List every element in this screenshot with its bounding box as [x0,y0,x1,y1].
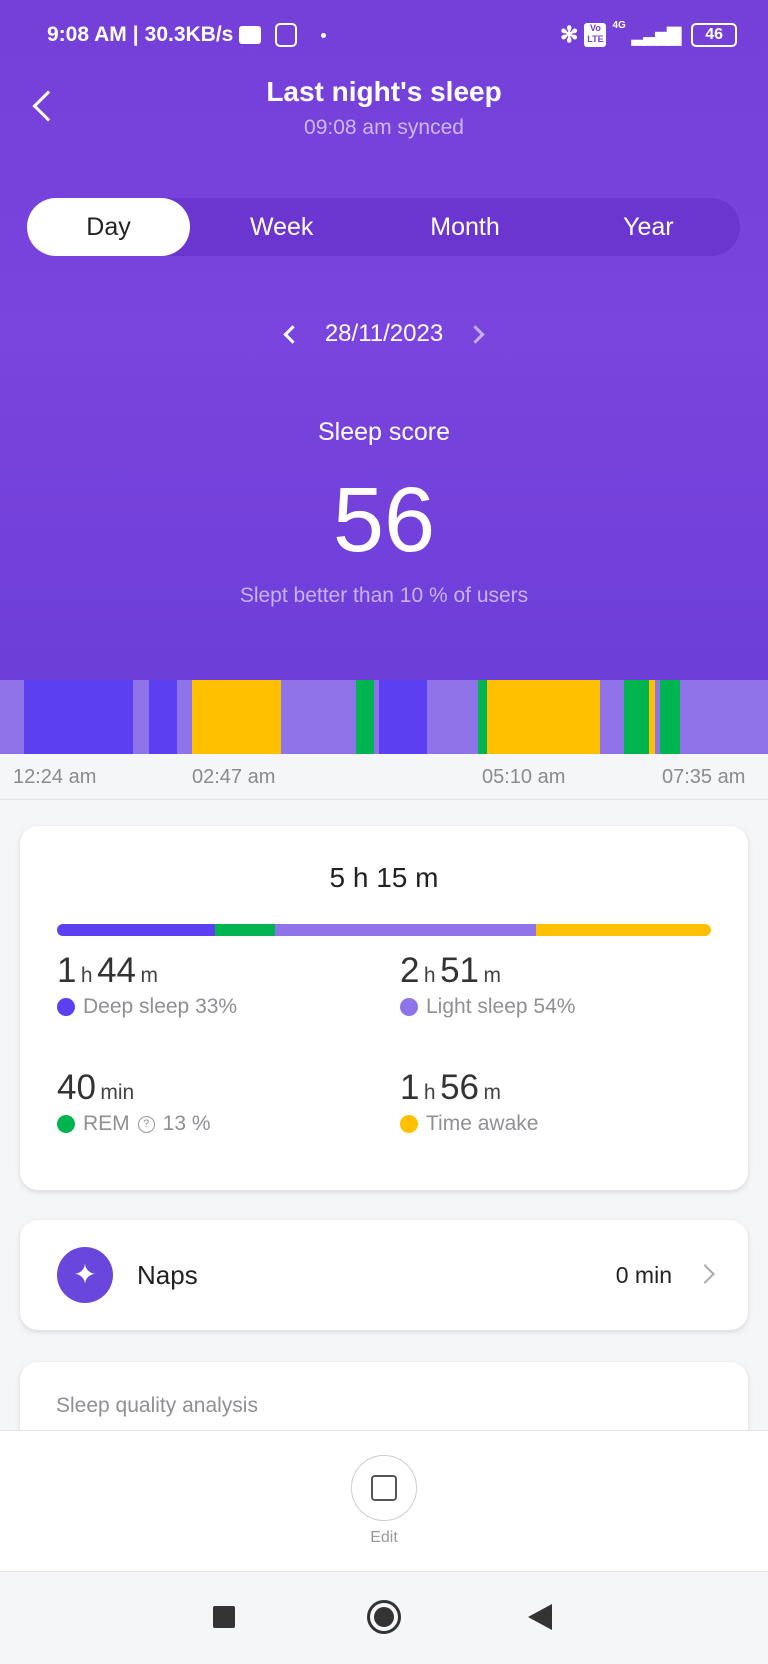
signal-icon: ▂▃▅▇ [631,24,681,45]
legend-dot-icon [400,1115,418,1133]
timeline-segment-light [132,680,150,754]
bar-segment-deep [57,924,216,936]
back-nav-button[interactable] [528,1604,552,1630]
stat-rem: 40 min REM? 13 % [57,1068,211,1136]
timeline-axis: 12:24 am 02:47 am 05:10 am 07:35 am [0,754,768,800]
sync-status: 09:08 am synced [304,116,464,139]
stat-value: 1 h 44 m [57,951,158,990]
edit-label: Edit [370,1529,398,1546]
timeline-segment-light [176,680,193,754]
stat-value: 40 min [57,1068,135,1107]
naps-label: Naps [137,1260,198,1290]
timeline-segment-light [599,680,625,754]
sleep-score-value: 56 [332,469,436,571]
stat-value: 2 h 51 m [400,951,501,990]
stage-proportion-bar [57,924,711,936]
timeline-segment-light [281,680,357,754]
sparkle-icon: ✦ [57,1247,113,1303]
status-bar-right: ✻ Vo LTE 4G ▂▃▅▇ 46 [560,20,738,50]
timeline-segment-light [0,680,25,754]
battery-icon: 46 [691,23,738,47]
stat-label: Time awake [400,1112,538,1136]
message-icon [239,26,262,44]
stat-label: Light sleep 54% [400,995,575,1019]
date-label: 28/11/2023 [324,320,444,347]
timeline-segment-light [427,680,479,754]
home-button[interactable] [367,1600,401,1634]
score-comparison: Slept better than 10 % of users [239,584,529,607]
sleep-quality-title: Sleep quality analysis [56,1394,258,1417]
sleep-score-label: Sleep score [317,418,451,446]
battery-level: 46 [705,26,724,43]
clock: 9:08 AM [47,23,127,46]
system-nav-bar [0,1573,768,1664]
timeline-segment-rem [623,680,650,754]
timeline-segment-light [679,680,768,754]
legend-dot-icon [57,1115,75,1133]
timeline-segment-deep [379,680,428,754]
legend-dot-icon [57,998,75,1016]
network-speed: 30.3KB/s [144,23,234,46]
timeline-segment-rem [659,680,681,754]
stat-deep: 1 h 44 m Deep sleep 33% [57,951,237,1019]
timeline-segment-awake [192,680,282,754]
edit-button[interactable] [351,1455,417,1521]
period-tabs: Day Week Month Year [27,198,740,256]
timeline-segment-rem [356,680,375,754]
stat-light: 2 h 51 m Light sleep 54% [400,951,575,1019]
chevron-right-icon [695,1264,715,1284]
bluetooth-icon: ✻ [560,22,579,47]
bar-segment-awake [535,924,711,936]
bottom-action-bar: Edit [0,1430,768,1572]
tab-week[interactable]: Week [190,198,373,256]
time-label: 05:10 am [482,766,566,788]
stat-label: Deep sleep 33% [57,995,237,1019]
stat-awake: 1 h 56 m Time awake [400,1068,538,1136]
stat-label: REM? 13 % [57,1112,211,1136]
stat-value: 1 h 56 m [400,1068,501,1107]
naps-value: 0 min [615,1262,672,1288]
tab-month[interactable]: Month [373,198,556,256]
calculator-icon [275,23,298,47]
timeline-segment-deep [148,680,178,754]
time-label: 07:35 am [662,766,746,788]
time-label: 12:24 am [13,766,97,788]
timeline-segment-deep [23,680,134,754]
recents-button[interactable] [213,1606,235,1628]
legend-dot-icon [400,998,418,1016]
tab-day[interactable]: Day [27,198,190,256]
bar-segment-light [275,924,536,936]
naps-row[interactable]: ✦ Naps 0 min [20,1220,748,1330]
status-bar-left: 9:08 AM | 30.3KB/s [47,20,327,50]
total-sleep: 5 h 15 m [329,862,439,893]
tab-year[interactable]: Year [557,198,740,256]
bar-segment-rem [215,924,276,936]
previous-day-button[interactable] [283,324,302,344]
dot-icon [321,32,327,38]
page-title: Last night's sleep [266,76,502,107]
sleep-summary-card: 5 h 15 m 1 h 44 m Deep sleep 33% 2 h 51 m… [20,826,748,1190]
network-type: 4G [612,20,626,31]
volte-icon: Vo LTE [584,23,607,47]
date-navigator: 28/11/2023 [0,320,768,348]
timeline-segment-awake [486,680,601,754]
next-day-button[interactable] [466,324,485,344]
time-label: 02:47 am [192,766,276,788]
help-icon[interactable]: ? [137,1115,155,1133]
edit-icon [371,1475,397,1501]
